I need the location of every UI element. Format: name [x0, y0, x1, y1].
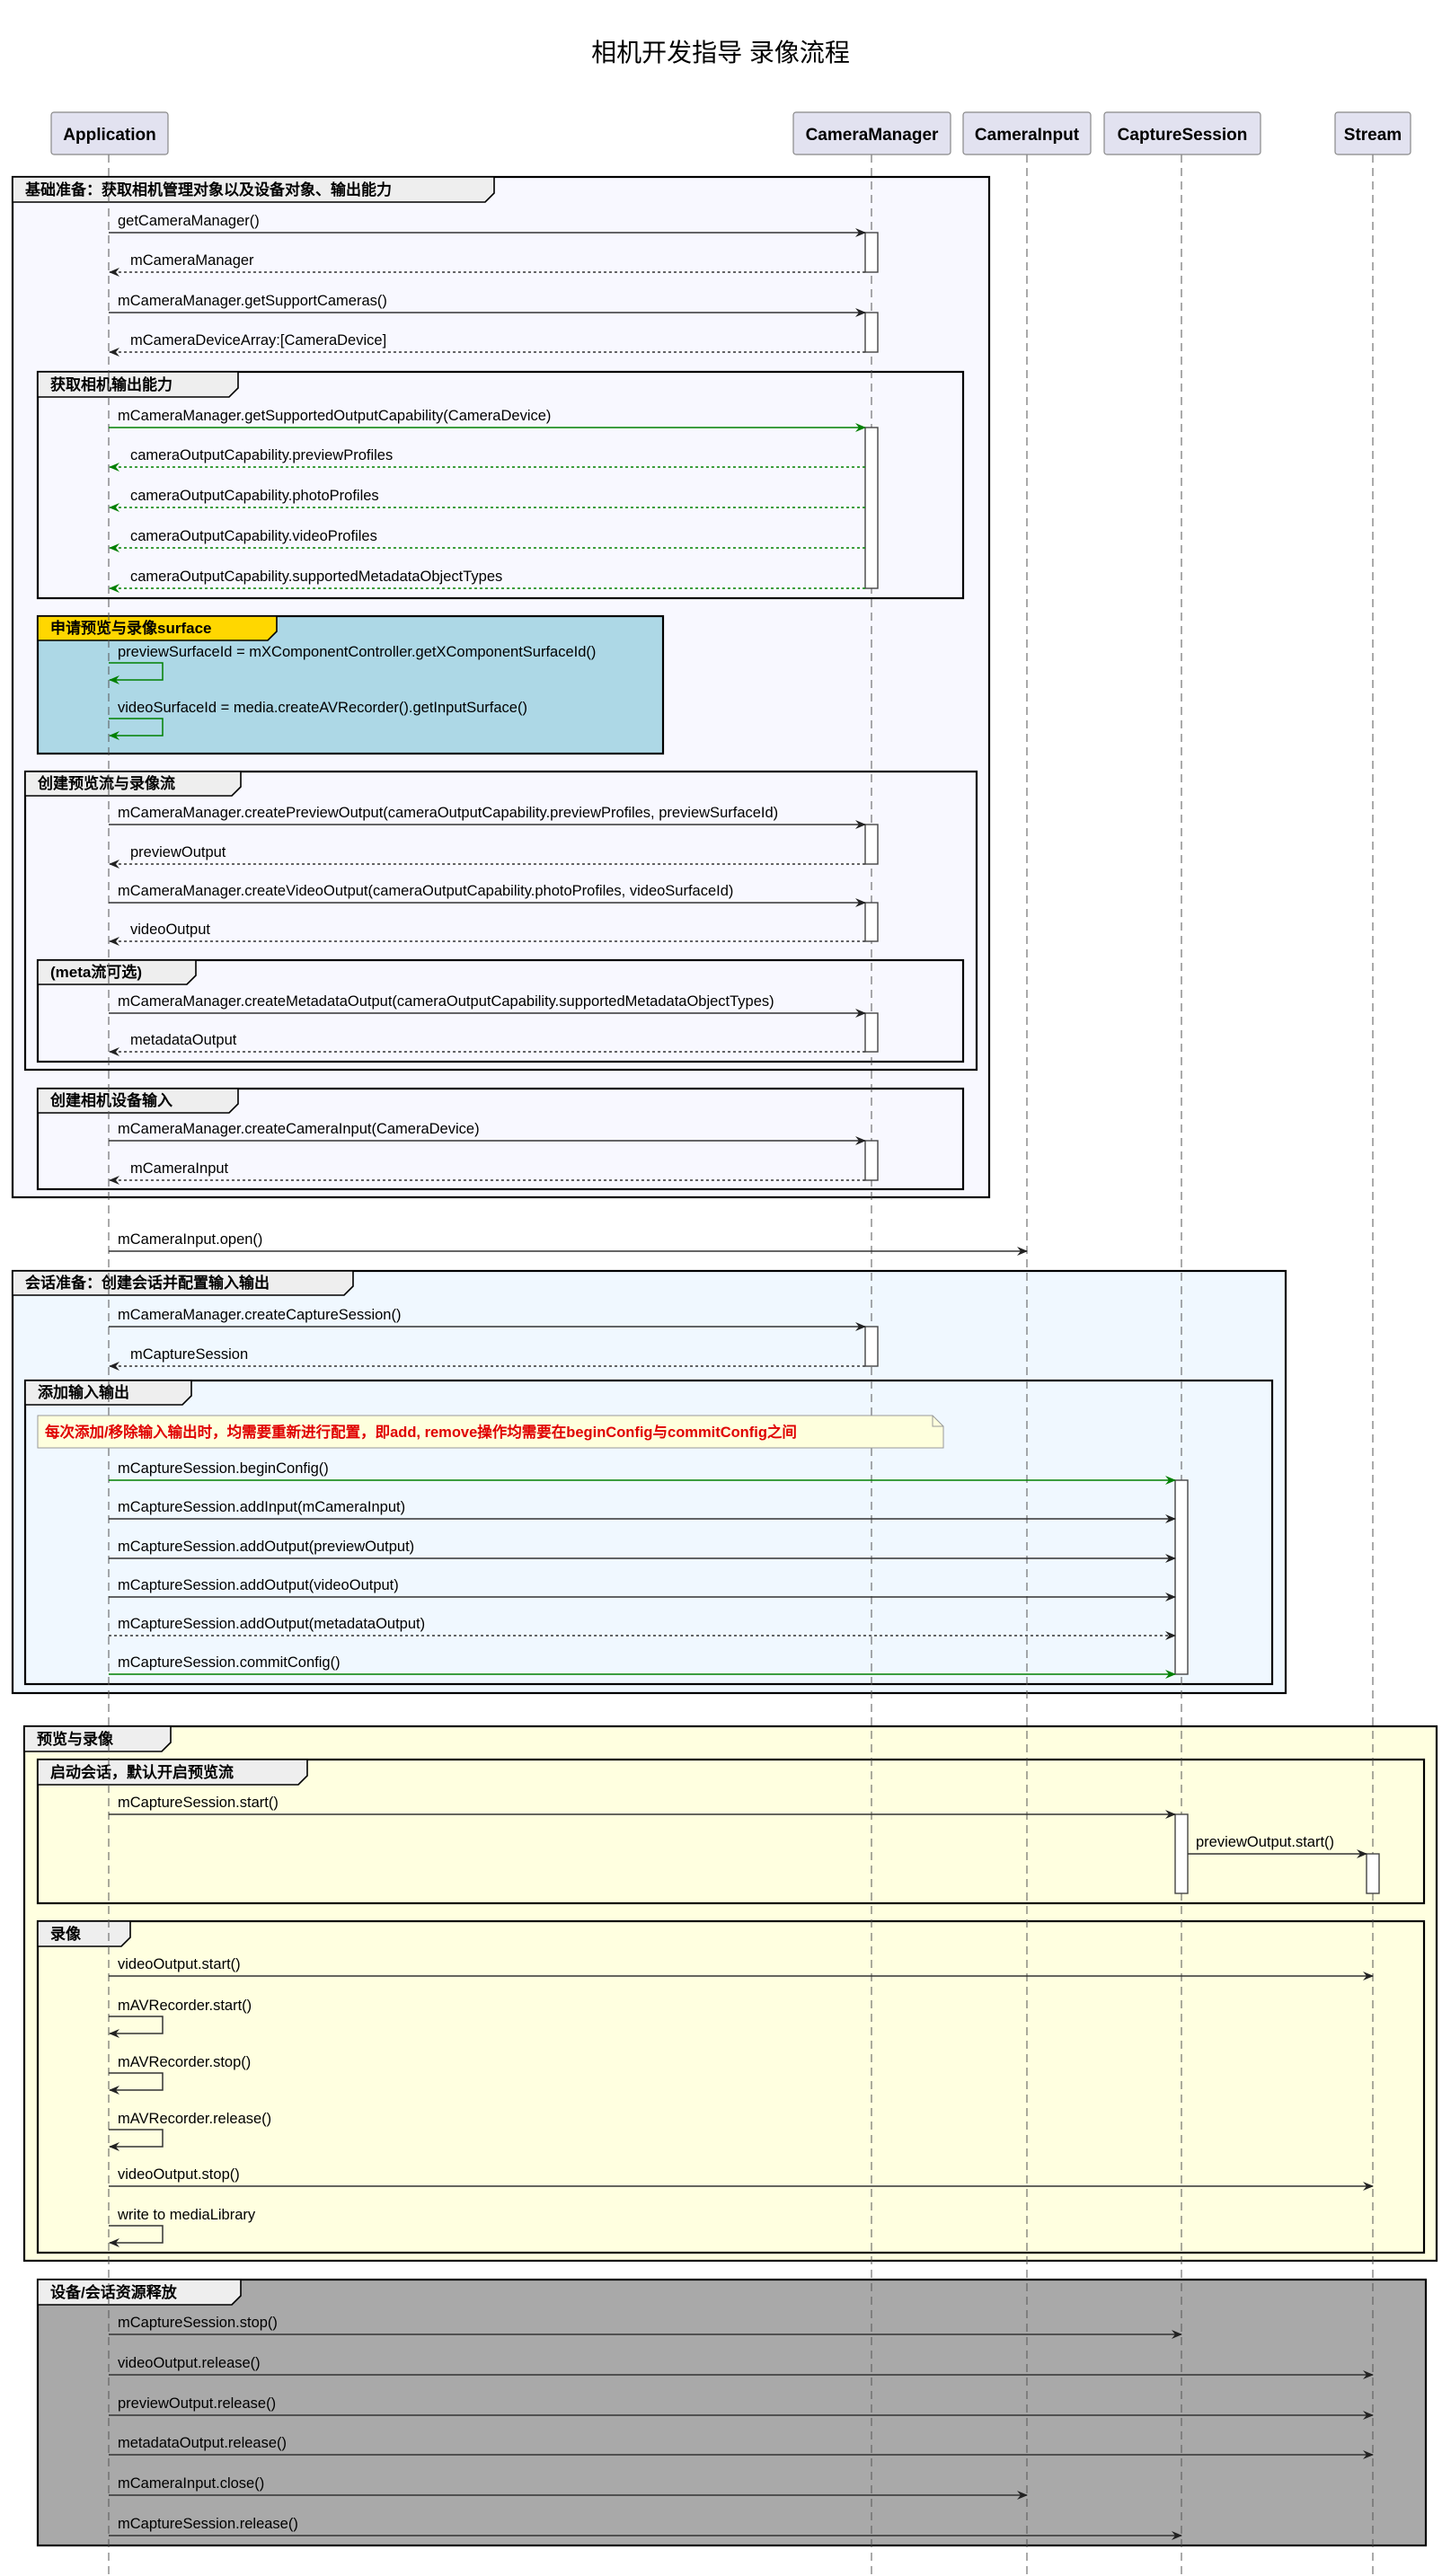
message-label: mCaptureSession.addOutput(metadataOutput…: [118, 1616, 425, 1632]
participant-label: Application: [63, 126, 155, 145]
frame-label: 预览与录像: [37, 1730, 114, 1748]
message-label: cameraOutputCapability.previewProfiles: [130, 447, 393, 463]
message-label: mCameraManager.getSupportedOutputCapabil…: [118, 408, 551, 424]
message-label: previewSurfaceId = mXComponentController…: [118, 644, 596, 660]
note-text: 每次添加/移除输入输出时，均需要重新进行配置，即add, remove操作均需要…: [45, 1423, 797, 1441]
message-label: mCaptureSession.addInput(mCameraInput): [118, 1499, 405, 1515]
frame-label: 基础准备：获取相机管理对象以及设备对象、输出能力: [24, 181, 392, 198]
frame-label: 创建相机设备输入: [49, 1091, 173, 1109]
activation-bar-cm: [864, 312, 879, 353]
message-label: videoOutput.release(): [118, 2355, 261, 2371]
message-label: videoOutput.start(): [118, 1956, 241, 1972]
activation-bar-cm: [864, 902, 879, 942]
message-label: previewOutput.release(): [118, 2395, 276, 2412]
note-layer: 每次添加/移除输入输出时，均需要重新进行配置，即add, remove操作均需要…: [37, 1415, 944, 1449]
message-label: mCameraManager.createPreviewOutput(camer…: [118, 805, 778, 821]
message-label: mCaptureSession: [130, 1346, 248, 1363]
message-label: mAVRecorder.start(): [118, 1998, 252, 2014]
activation-bar-st: [1366, 1853, 1380, 1894]
participant-label: CaptureSession: [1118, 126, 1248, 145]
activation-bar-cs: [1174, 1813, 1189, 1894]
participant-app: Application: [50, 111, 169, 155]
frame-label: (meta流可选): [50, 963, 142, 981]
participant-label: Stream: [1344, 126, 1402, 145]
frame-label: 获取相机输出能力: [50, 375, 173, 393]
frame-cap: 获取相机输出能力: [36, 370, 965, 600]
frame-label: 启动会话，默认开启预览流: [50, 1763, 234, 1781]
message-label: metadataOutput.release(): [118, 2435, 287, 2451]
message-label: mCaptureSession.beginConfig(): [118, 1460, 329, 1477]
message-label: mCameraInput: [130, 1160, 229, 1177]
frame-label: 会话准备：创建会话并配置输入输出: [25, 1274, 270, 1292]
message-label: mCameraManager.getSupportCameras(): [118, 293, 387, 309]
participant-label: CameraInput: [975, 126, 1080, 145]
sequence-diagram: 基础准备：获取相机管理对象以及设备对象、输出能力获取相机输出能力申请预览与录像s…: [11, 39, 1438, 2576]
message-label: mCameraManager.createCameraInput(CameraD…: [118, 1121, 480, 1137]
frame-record: 录像: [36, 1919, 1426, 2254]
frame-label: 创建预览流与录像流: [37, 774, 175, 792]
frame-label: 录像: [50, 1926, 82, 1943]
activation-bar-cm: [864, 1326, 879, 1367]
frame-surface: 申请预览与录像surface: [36, 614, 665, 755]
message-label: mCameraInput.open(): [118, 1231, 262, 1248]
message-label: cameraOutputCapability.videoProfiles: [130, 528, 377, 544]
message-label: mCaptureSession.addOutput(videoOutput): [118, 1577, 399, 1593]
message-label: metadataOutput: [130, 1032, 237, 1048]
message-label: mCameraInput.close(): [118, 2475, 264, 2492]
participants-layer: Application CameraManager CameraInput Captu…: [50, 111, 1411, 155]
frame-box: [36, 1919, 1426, 2254]
participant-cs: CaptureSession: [1103, 111, 1261, 155]
frame-label: 设备/会话资源释放: [50, 2283, 178, 2301]
message-label: cameraOutputCapability.photoProfiles: [130, 488, 379, 504]
message-label: mCaptureSession.start(): [118, 1795, 279, 1811]
message-label: write to mediaLibrary: [117, 2207, 256, 2223]
participant-st: Stream: [1334, 111, 1411, 155]
message-label: mCameraManager.createCaptureSession(): [118, 1307, 401, 1323]
message-label: mAVRecorder.release(): [118, 2111, 271, 2127]
message-label: mCaptureSession.stop(): [118, 2315, 278, 2331]
message-label: mCaptureSession.addOutput(previewOutput): [118, 1539, 414, 1555]
activation-bar-cs: [1174, 1479, 1189, 1675]
message-label: getCameraManager(): [118, 213, 260, 229]
message-label: videoOutput: [130, 922, 210, 938]
message-label: mCameraManager.createVideoOutput(cameraO…: [118, 883, 733, 899]
message-label: videoOutput.stop(): [118, 2166, 240, 2183]
frame-start: 启动会话，默认开启预览流: [36, 1758, 1426, 1905]
activation-bar-cm: [864, 427, 879, 589]
frame-label: 申请预览与录像surface: [50, 619, 211, 637]
message-label: previewOutput: [130, 844, 226, 860]
message-label: mCameraDeviceArray:[CameraDevice]: [130, 332, 386, 348]
message-label: cameraOutputCapability.supportedMetadata…: [130, 569, 502, 585]
diagram-title: 相机开发指导 录像流程: [591, 39, 850, 66]
message-label: mCameraManager.createMetadataOutput(came…: [118, 993, 774, 1010]
participant-label: CameraManager: [806, 126, 939, 145]
message-label: mCameraManager: [130, 252, 254, 269]
activation-bar-cm: [864, 232, 879, 273]
message-label: mCaptureSession.release(): [118, 2516, 298, 2532]
activation-bar-cm: [864, 1140, 879, 1181]
participant-cm: CameraManager: [792, 111, 951, 155]
participant-ci: CameraInput: [962, 111, 1092, 155]
message-label: mCaptureSession.commitConfig(): [118, 1654, 341, 1671]
message-call: mCameraInput.open(): [109, 1231, 1028, 1256]
frame-box: [36, 370, 965, 600]
activation-bar-cm: [864, 1012, 879, 1053]
frame-label: 添加输入输出: [38, 1383, 129, 1401]
message-label: mAVRecorder.stop(): [118, 2054, 251, 2070]
activation-bar-cm: [864, 824, 879, 865]
message-label: videoSurfaceId = media.createAVRecorder(…: [118, 700, 527, 716]
message-label: previewOutput.start(): [1196, 1834, 1334, 1850]
